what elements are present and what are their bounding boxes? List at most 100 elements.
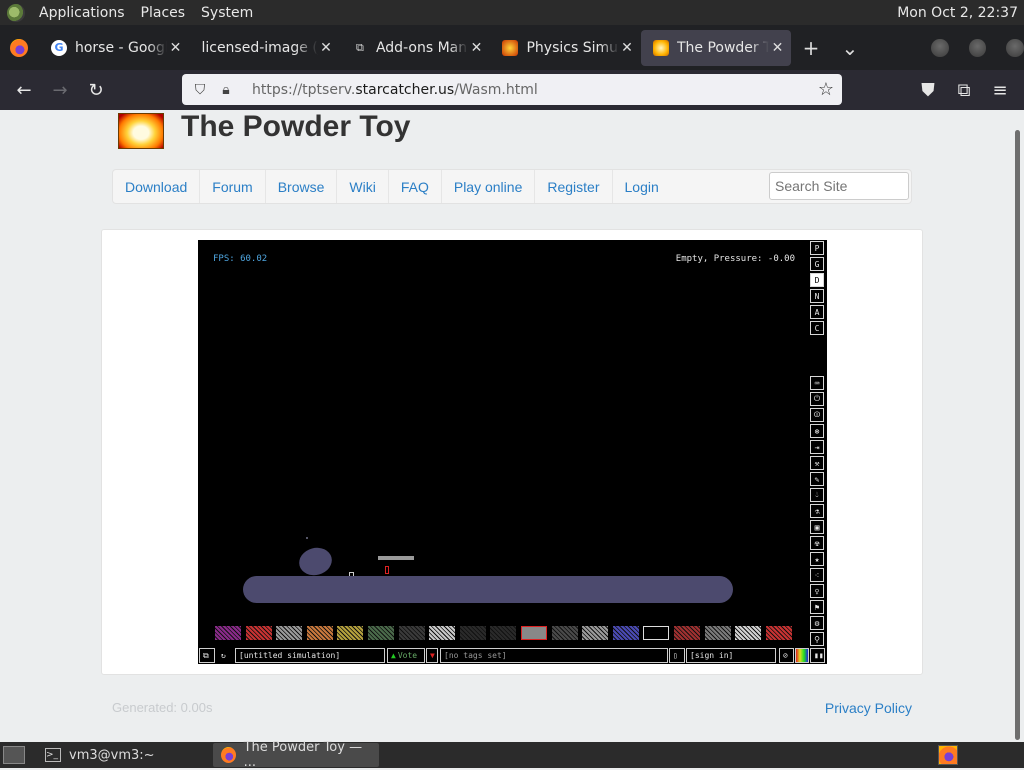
- forward-button[interactable]: →: [42, 72, 78, 108]
- extensions-icon[interactable]: ⧉: [946, 72, 982, 108]
- element-button[interactable]: [306, 626, 333, 640]
- side-btn-d[interactable]: D: [810, 273, 824, 287]
- element-button[interactable]: [368, 626, 394, 640]
- close-icon[interactable]: ✕: [468, 40, 484, 56]
- tab-powder-toy[interactable]: The Powder Toy ✕: [640, 29, 792, 66]
- side-btn-p[interactable]: P: [810, 241, 824, 255]
- element-button[interactable]: [337, 626, 364, 640]
- new-tab-button[interactable]: +: [791, 25, 830, 70]
- liquid-icon[interactable]: 💧︎: [810, 488, 824, 502]
- pause-icon[interactable]: ▮▮: [810, 648, 825, 663]
- tab-addons[interactable]: ⧉ Add-ons Manag ✕: [340, 30, 491, 66]
- maximize-button[interactable]: [968, 38, 987, 57]
- element-button[interactable]: [674, 626, 700, 640]
- hamburger-menu-icon[interactable]: ≡: [982, 72, 1018, 108]
- element-button[interactable]: [398, 626, 425, 640]
- site-search-input[interactable]: [769, 172, 909, 200]
- sensor-icon[interactable]: ⇥: [810, 440, 824, 454]
- taskbar-terminal[interactable]: >_ vm3@vm3:~: [37, 743, 163, 767]
- nav-browse[interactable]: Browse: [266, 170, 338, 203]
- life-icon[interactable]: ♀: [810, 584, 824, 598]
- list-tabs-button[interactable]: ⌄: [830, 25, 869, 70]
- close-icon[interactable]: ✕: [318, 40, 334, 56]
- url-text[interactable]: https://tptserv.starcatcher.us/Wasm.html: [252, 82, 538, 98]
- bookmark-star-icon[interactable]: ☆: [818, 79, 834, 100]
- simulation-canvas[interactable]: FPS: 60.02 Empty, Pressure: -0.00 P G D …: [198, 240, 827, 664]
- tags-button[interactable]: [no tags set]: [440, 648, 668, 663]
- side-btn-g[interactable]: G: [810, 257, 824, 271]
- tray-firefox-icon[interactable]: [938, 745, 958, 765]
- pencil-icon[interactable]: ✎: [810, 472, 824, 486]
- vote-up-button[interactable]: ▲ Vote: [387, 648, 425, 663]
- new-sim-icon[interactable]: ▯: [669, 648, 685, 663]
- powder-toy-logo[interactable]: [118, 113, 164, 149]
- settings-icon[interactable]: ⊘: [779, 648, 794, 663]
- clock[interactable]: Mon Oct 2, 22:37: [897, 5, 1024, 21]
- favorites-icon[interactable]: ⚑: [810, 600, 824, 614]
- privacy-policy-link[interactable]: Privacy Policy: [825, 700, 912, 716]
- gas-icon[interactable]: ⚗: [810, 504, 824, 518]
- close-icon[interactable]: ✕: [167, 40, 183, 56]
- keyboard-icon[interactable]: ⌨: [810, 376, 824, 390]
- element-button[interactable]: [459, 626, 486, 640]
- menu-places[interactable]: Places: [133, 5, 194, 21]
- reload-button[interactable]: ↻: [78, 72, 114, 108]
- side-btn-n[interactable]: N: [810, 289, 824, 303]
- nav-login[interactable]: Login: [613, 170, 671, 203]
- power-icon[interactable]: ⏻: [810, 392, 824, 406]
- side-btn-a[interactable]: A: [810, 305, 824, 319]
- open-browser-icon[interactable]: ⧉: [199, 648, 215, 663]
- electronics-icon[interactable]: ⏼: [810, 408, 824, 422]
- search-icon[interactable]: ⚲: [810, 632, 824, 646]
- tools-icon[interactable]: ⚒: [810, 456, 824, 470]
- distro-logo-icon[interactable]: [7, 3, 25, 22]
- powders-icon[interactable]: ⁖: [810, 568, 824, 582]
- reload-sim-icon[interactable]: ↻: [218, 648, 234, 663]
- login-button[interactable]: [sign in]: [686, 648, 776, 663]
- renderer-icon[interactable]: [795, 648, 809, 663]
- element-button[interactable]: [521, 626, 547, 640]
- close-window-button[interactable]: [1006, 38, 1024, 57]
- nav-register[interactable]: Register: [535, 170, 613, 203]
- url-bar[interactable]: ⛉ 🔒︎ https://tptserv.starcatcher.us/Wasm…: [182, 74, 842, 105]
- nav-forum[interactable]: Forum: [200, 170, 266, 203]
- element-button[interactable]: [429, 626, 456, 640]
- solid-icon[interactable]: ▣: [810, 520, 824, 534]
- taskbar-firefox[interactable]: The Powder Toy — ...: [212, 740, 379, 770]
- special-icon[interactable]: ★: [810, 552, 824, 566]
- element-button[interactable]: [643, 626, 670, 640]
- element-button[interactable]: [490, 626, 517, 640]
- nav-play-online[interactable]: Play online: [442, 170, 536, 203]
- tracking-protection-icon[interactable]: ⛉: [190, 82, 210, 98]
- element-button[interactable]: [765, 626, 792, 640]
- menu-applications[interactable]: Applications: [31, 5, 133, 21]
- element-button[interactable]: [704, 626, 731, 640]
- pocket-icon[interactable]: ⛊: [910, 72, 946, 108]
- tab-physics-sim[interactable]: Physics Simulat ✕: [490, 30, 641, 66]
- page-scrollbar[interactable]: [1015, 130, 1020, 740]
- menu-system[interactable]: System: [193, 5, 261, 21]
- radioactive-icon[interactable]: ☢: [810, 536, 824, 550]
- tab-licensed-image[interactable]: licensed-image (JPE ✕: [189, 30, 340, 66]
- element-button[interactable]: [551, 626, 578, 640]
- element-button[interactable]: [735, 626, 762, 640]
- vote-down-button[interactable]: ▼: [426, 648, 438, 663]
- element-button[interactable]: [215, 626, 241, 640]
- nav-download[interactable]: Download: [113, 170, 201, 203]
- nav-faq[interactable]: FAQ: [389, 170, 442, 203]
- element-button[interactable]: [245, 626, 272, 640]
- decoration-icon[interactable]: ⚙: [810, 616, 824, 630]
- close-icon[interactable]: ✕: [619, 40, 635, 56]
- element-button[interactable]: [612, 626, 639, 640]
- element-button[interactable]: [276, 626, 303, 640]
- element-button[interactable]: [582, 626, 609, 640]
- simulation-name-button[interactable]: [untitled simulation]: [235, 648, 385, 663]
- side-btn-c[interactable]: C: [810, 321, 824, 335]
- lock-icon[interactable]: 🔒︎: [216, 82, 236, 98]
- close-icon[interactable]: ✕: [769, 40, 785, 56]
- show-desktop-icon[interactable]: [3, 746, 25, 764]
- minimize-button[interactable]: [931, 38, 949, 57]
- firefox-view-button[interactable]: [0, 25, 39, 70]
- back-button[interactable]: ←: [6, 72, 42, 108]
- force-icon[interactable]: ⊛: [810, 424, 824, 438]
